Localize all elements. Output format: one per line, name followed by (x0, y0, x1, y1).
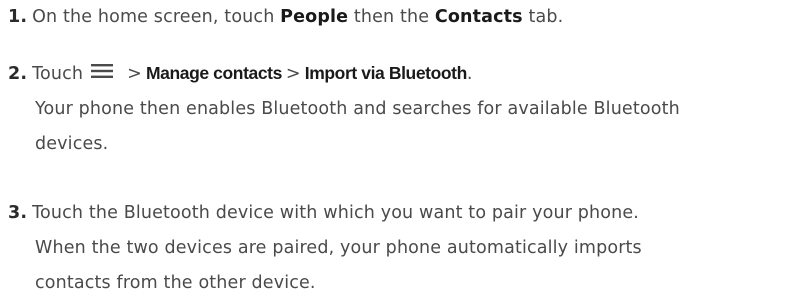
step-number: 2. (8, 64, 28, 84)
chevron-separator: > (285, 64, 301, 84)
step-2: 2. Touch > Manage contacts > Import via Bluet… (8, 56, 807, 162)
step-text: . (466, 64, 473, 84)
manage-contacts-label: Manage contacts (145, 63, 282, 83)
step-text: On the home screen, touch (32, 7, 281, 27)
import-via-bluetooth-label: Import via Bluetooth (304, 63, 468, 83)
step-2-continuation: devices. (35, 134, 109, 154)
step-1: 1. On the home screen, touch People then … (8, 0, 807, 35)
step-text: tab. (522, 7, 564, 27)
menu-icon (91, 64, 114, 78)
people-label: People (280, 7, 349, 27)
step-1-line: 1. On the home screen, touch People then … (8, 0, 807, 35)
step-text: Touch the Bluetooth device with which yo… (32, 203, 639, 223)
step-3-continuation: When the two devices are paired, your ph… (35, 238, 642, 258)
step-number: 3. (8, 203, 28, 223)
step-2-line: 2. Touch > Manage contacts > Import via Bluet… (8, 56, 807, 92)
step-3: 3. Touch the Bluetooth device with which … (8, 196, 807, 301)
step-text: Touch (32, 64, 84, 84)
step-2-continuation: Your phone then enables Bluetooth and se… (35, 99, 680, 119)
step-3-line: 3. Touch the Bluetooth device with which … (8, 196, 807, 231)
step-number: 1. (8, 7, 28, 27)
step-3-continuation: contacts from the other device. (35, 273, 316, 293)
step-text: then the (348, 7, 435, 27)
contacts-tab-label: Contacts (434, 7, 523, 27)
chevron-separator: > (127, 64, 142, 84)
